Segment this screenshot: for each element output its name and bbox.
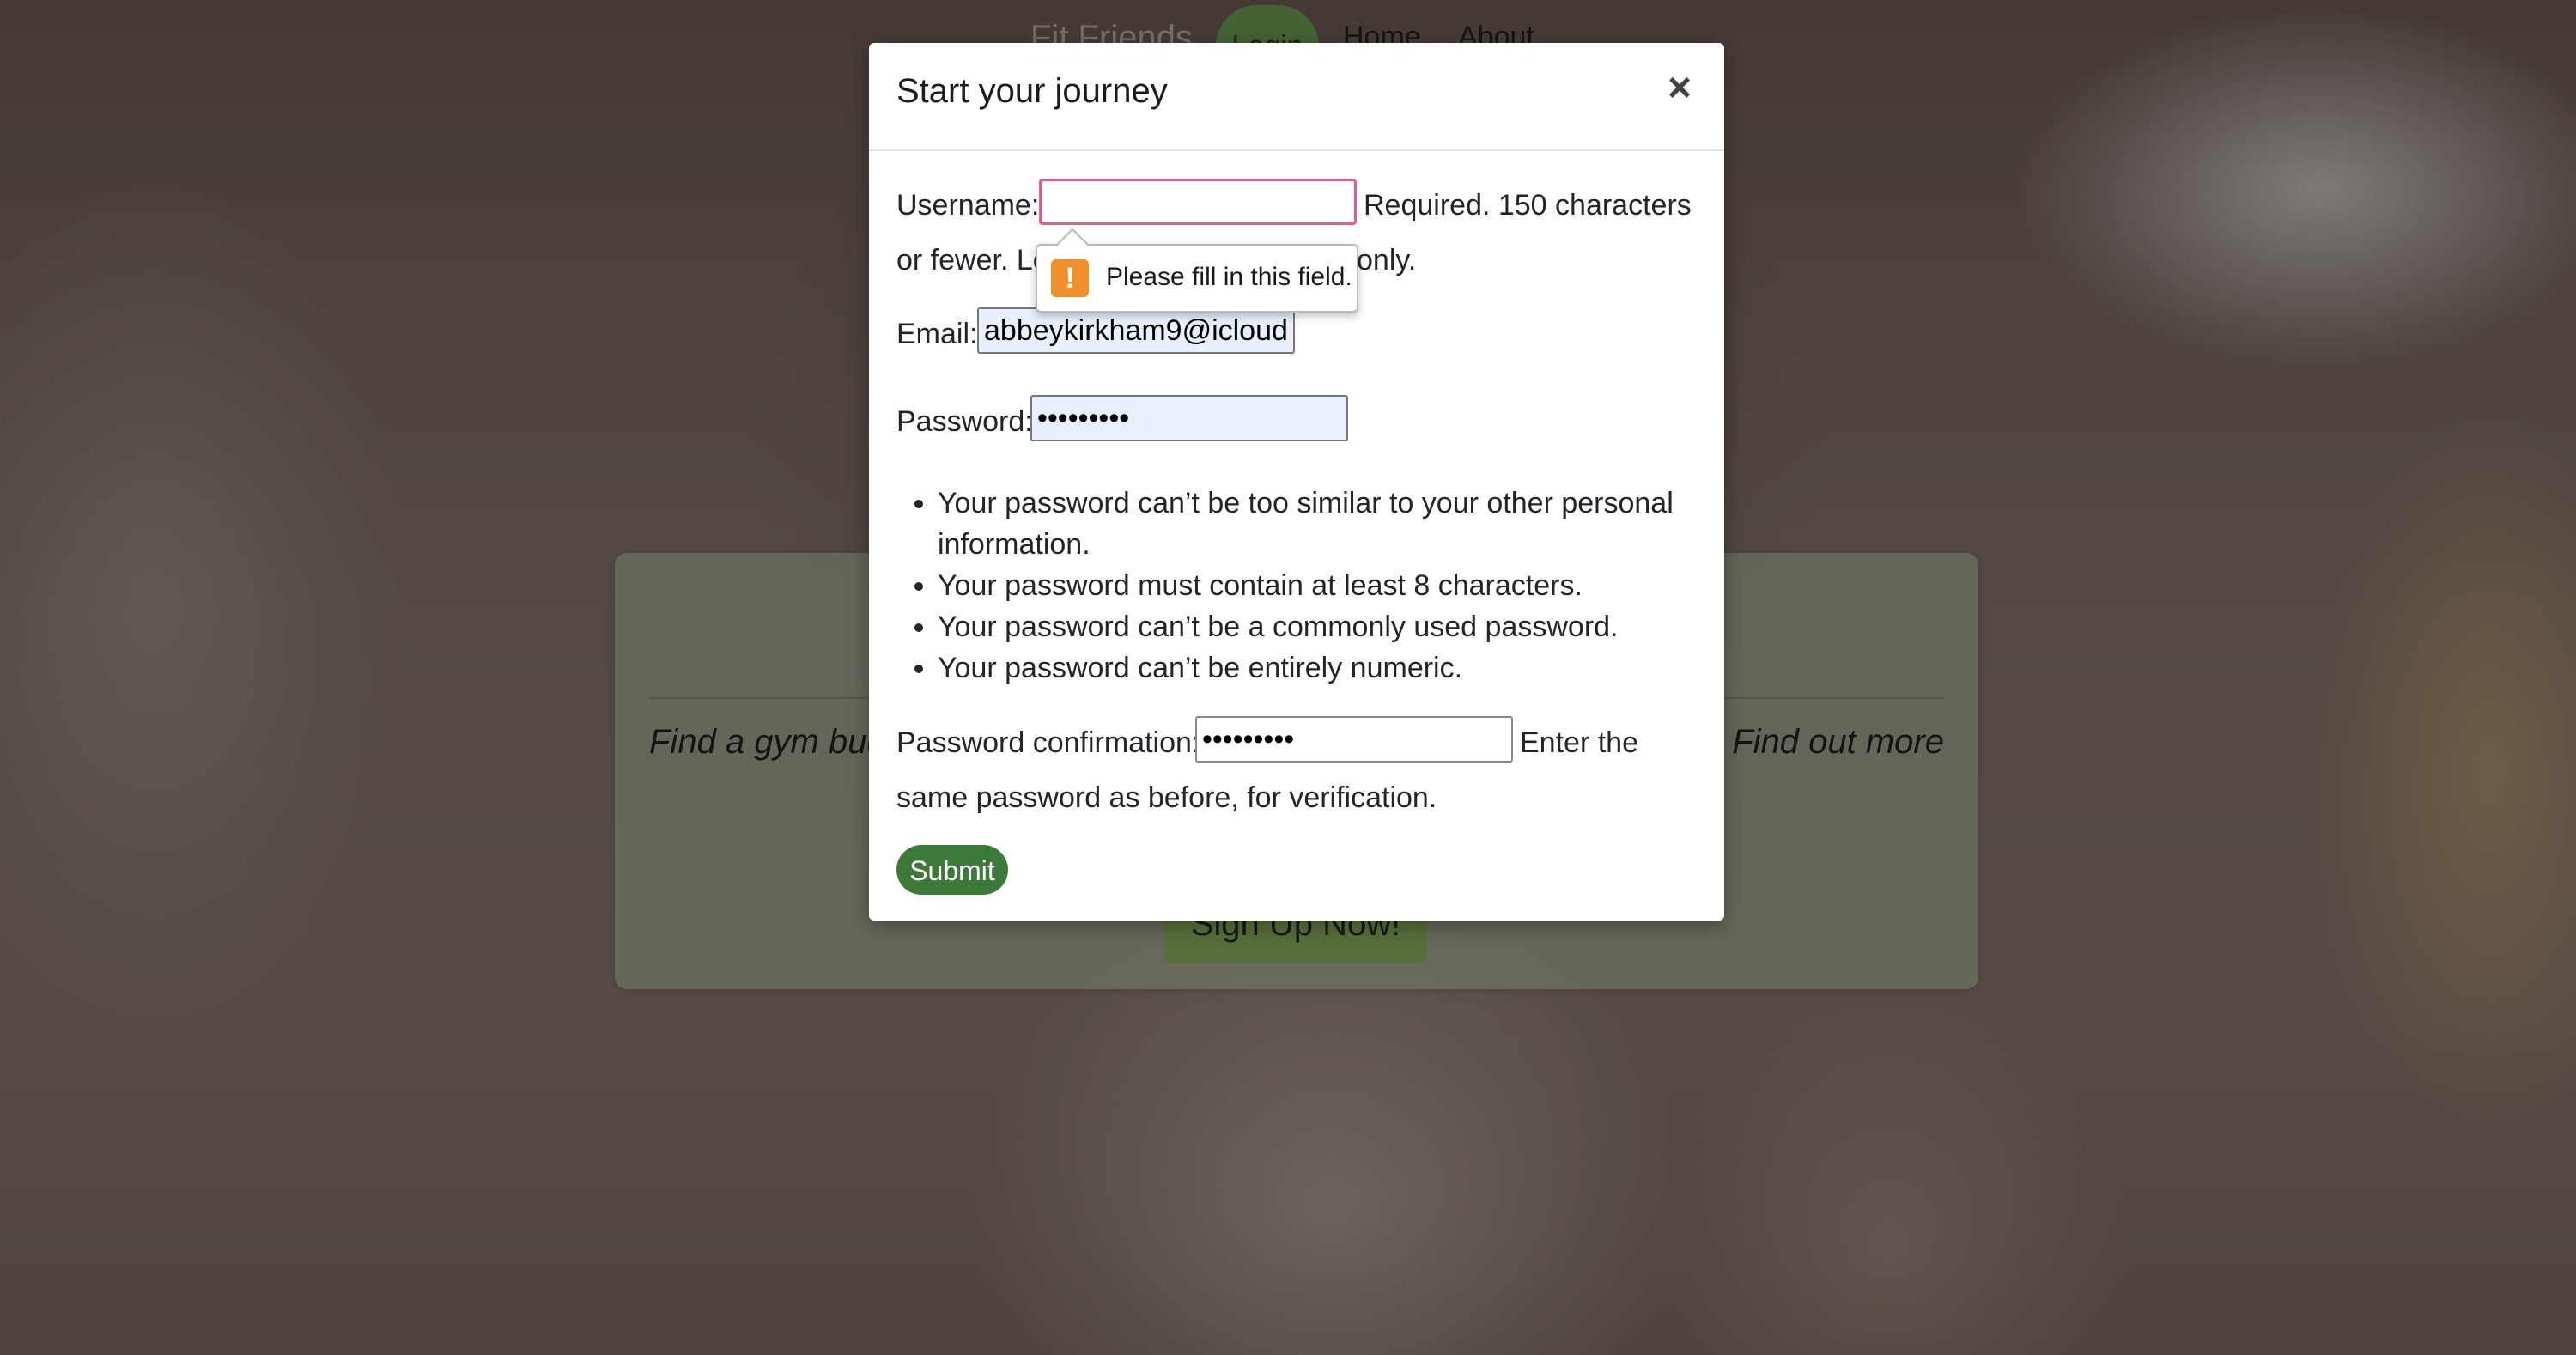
close-icon[interactable]: × — [1662, 68, 1697, 109]
email-label: Email: — [896, 318, 978, 350]
password-confirmation-label: Password confirmation: — [896, 726, 1200, 759]
submit-button[interactable]: Submit — [896, 845, 1008, 895]
password-rules-list: Your password can’t be too similar to yo… — [869, 483, 1762, 689]
password-rule: Your password must contain at least 8 ch… — [938, 565, 1762, 606]
password-rule: Your password can’t be a commonly used p… — [938, 606, 1762, 647]
username-help-line1: Required. 150 characters — [1364, 189, 1692, 222]
password-confirmation-help-line1: Enter the — [1520, 726, 1638, 759]
password-confirmation-field[interactable] — [1195, 716, 1513, 763]
validation-message: Please fill in this field. — [1106, 263, 1352, 291]
username-help-line2-end: only. — [1357, 244, 1417, 276]
email-field[interactable] — [977, 307, 1295, 354]
password-rule: Your password can’t be too similar to yo… — [938, 483, 1762, 565]
password-confirmation-help-line2: same password as before, for verificatio… — [896, 781, 1437, 814]
username-input[interactable] — [1039, 179, 1357, 225]
modal-title: Start your journey — [896, 72, 1168, 110]
password-label: Password: — [896, 405, 1033, 438]
password-field[interactable] — [1030, 395, 1348, 441]
username-help-line2-start: or fewer. Le — [896, 244, 1049, 276]
warning-icon: ! — [1051, 259, 1089, 297]
username-label: Username: — [896, 189, 1040, 222]
modal-header: Start your journey × — [869, 43, 1724, 151]
validation-tooltip: ! Please fill in this field. — [1036, 228, 1358, 313]
signup-modal: Start your journey × Username: Required.… — [869, 43, 1724, 921]
password-rule: Your password can’t be entirely numeric. — [938, 647, 1762, 689]
